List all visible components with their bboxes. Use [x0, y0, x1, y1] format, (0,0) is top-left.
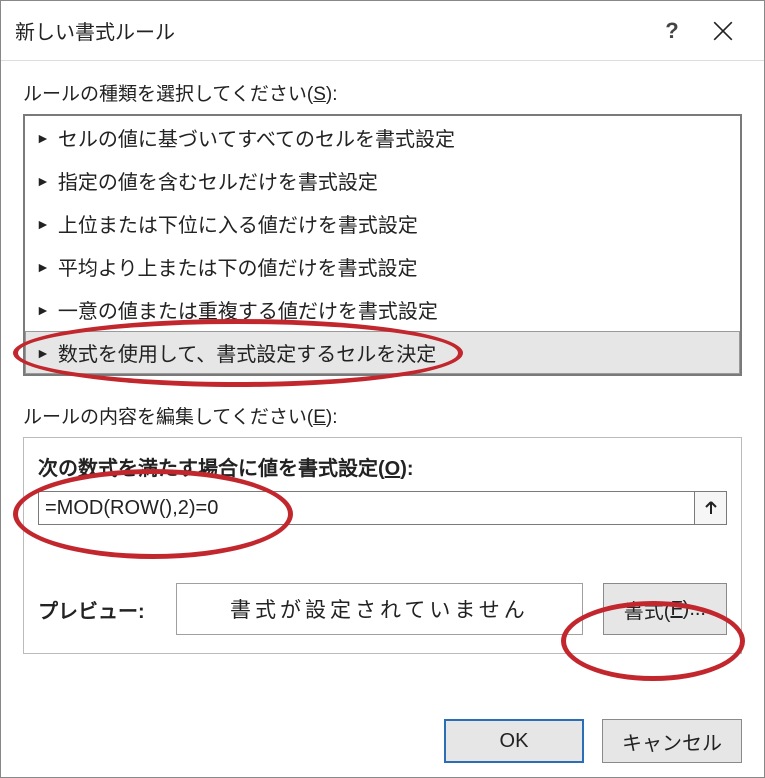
format-button-prefix: 書式( — [624, 595, 671, 624]
dialog-body: ルールの種類を選択してください(S): ► セルの値に基づいてすべてのセルを書式… — [1, 61, 764, 654]
formula-heading: 次の数式を満たす場合に値を書式設定(O): — [38, 452, 727, 481]
rule-type-label-prefix: ルールの種類を選択してください( — [23, 84, 313, 105]
rule-type-item-label: 上位または下位に入る値だけを書式設定 — [58, 209, 418, 238]
rule-type-list[interactable]: ► セルの値に基づいてすべてのセルを書式設定 ► 指定の値を含むセルだけを書式設… — [23, 114, 742, 376]
preview-box: 書式が設定されていません — [176, 583, 583, 635]
rule-type-item-label: 一意の値または重複する値だけを書式設定 — [58, 295, 438, 324]
rule-edit-label-prefix: ルールの内容を編集してください( — [23, 407, 313, 428]
arrow-up-icon — [703, 500, 719, 516]
dialog-buttons: OK キャンセル — [444, 719, 742, 763]
dialog-title: 新しい書式ルール — [15, 16, 648, 45]
cancel-button[interactable]: キャンセル — [602, 719, 742, 763]
formula-panel: 次の数式を満たす場合に値を書式設定(O): プレビュー: 書式が設定されていませ… — [23, 437, 742, 654]
rule-type-item[interactable]: ► 一意の値または重複する値だけを書式設定 — [25, 288, 740, 331]
formula-heading-accel: O — [385, 458, 401, 480]
format-button[interactable]: 書式(F)... — [603, 583, 727, 635]
rule-type-item-label: 指定の値を含むセルだけを書式設定 — [58, 166, 378, 195]
formula-input[interactable] — [39, 492, 694, 524]
help-button[interactable]: ? — [648, 18, 696, 44]
format-button-suffix: )... — [683, 598, 706, 621]
formula-row — [38, 491, 727, 525]
range-picker-button[interactable] — [694, 492, 726, 524]
bullet-icon: ► — [36, 302, 50, 318]
bullet-icon: ► — [36, 173, 50, 189]
rule-type-item[interactable]: ► 上位または下位に入る値だけを書式設定 — [25, 202, 740, 245]
new-formatting-rule-dialog: 新しい書式ルール ? ルールの種類を選択してください(S): ► セルの値に基づ… — [0, 0, 765, 778]
rule-type-item[interactable]: ► 平均より上または下の値だけを書式設定 — [25, 245, 740, 288]
preview-row: プレビュー: 書式が設定されていません 書式(F)... — [38, 583, 727, 635]
rule-type-item-label: 数式を使用して、書式設定するセルを決定 — [58, 338, 436, 367]
rule-edit-section: ルールの内容を編集してください(E): 次の数式を満たす場合に値を書式設定(O)… — [23, 402, 742, 654]
bullet-icon: ► — [36, 130, 50, 146]
rule-type-accel: S — [313, 84, 326, 105]
preview-label: プレビュー: — [38, 595, 156, 624]
rule-edit-accel: E — [313, 407, 326, 428]
bullet-icon: ► — [36, 216, 50, 232]
ok-button[interactable]: OK — [444, 719, 584, 763]
dialog-titlebar: 新しい書式ルール ? — [1, 1, 764, 61]
bullet-icon: ► — [36, 259, 50, 275]
formula-heading-suffix: ): — [400, 458, 413, 480]
rule-edit-label-suffix: ): — [326, 407, 338, 428]
bullet-icon: ► — [36, 345, 50, 361]
rule-edit-label: ルールの内容を編集してください(E): — [23, 402, 742, 429]
rule-type-item[interactable]: ► セルの値に基づいてすべてのセルを書式設定 — [25, 116, 740, 159]
formula-heading-prefix: 次の数式を満たす場合に値を書式設定( — [38, 458, 385, 480]
format-button-accel: F — [670, 598, 682, 621]
close-button[interactable] — [696, 11, 750, 51]
rule-type-label-suffix: ): — [326, 84, 338, 105]
rule-type-item[interactable]: ► 指定の値を含むセルだけを書式設定 — [25, 159, 740, 202]
rule-type-label: ルールの種類を選択してください(S): — [23, 79, 742, 106]
rule-type-item[interactable]: ► 数式を使用して、書式設定するセルを決定 — [25, 331, 740, 374]
close-icon — [712, 20, 734, 42]
rule-type-item-label: 平均より上または下の値だけを書式設定 — [58, 252, 418, 281]
rule-type-item-label: セルの値に基づいてすべてのセルを書式設定 — [58, 123, 455, 152]
